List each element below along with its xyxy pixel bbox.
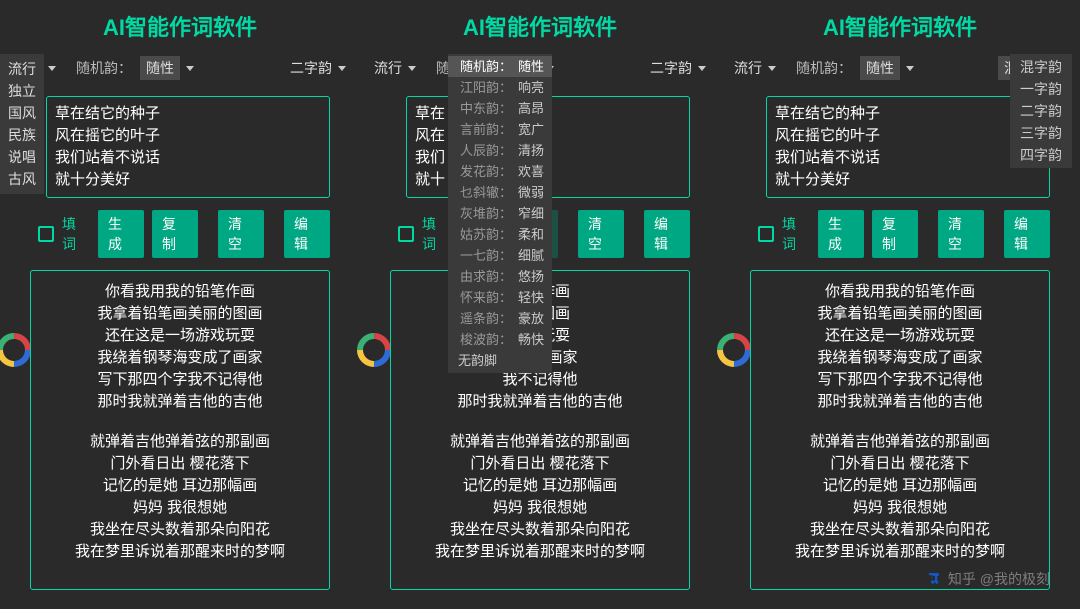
genre-option[interactable]: 流行 [6, 58, 38, 80]
genre-dropdown[interactable]: 流行 [728, 54, 782, 82]
lyrics-input[interactable]: 草在结它的种子风在摇它的叶子我们站着不说话就十分美好 [766, 96, 1050, 198]
rhyme-option[interactable]: 姑苏韵：柔和 [448, 224, 552, 245]
genre-menu[interactable]: 流行独立国风民族说唱古风 [0, 54, 44, 194]
ring-logo-icon [354, 330, 394, 370]
rhyme-option[interactable]: 江阳韵：响亮 [448, 77, 552, 98]
caret-down-icon [408, 66, 416, 71]
fill-label: 填词 [62, 214, 88, 254]
edit-button[interactable]: 编辑 [644, 210, 690, 258]
type-option[interactable]: 一字韵 [1016, 78, 1066, 100]
type-option[interactable]: 四字韵 [1016, 144, 1066, 166]
genre-option[interactable]: 国风 [6, 102, 38, 124]
app-title: AI智能作词软件 [360, 0, 720, 50]
type-menu[interactable]: 混字韵一字韵二字韵三字韵四字韵 [1010, 54, 1072, 168]
type-option[interactable]: 混字韵 [1016, 56, 1066, 78]
watermark: 知乎 @我的极刻 [926, 569, 1050, 589]
rhyme-option[interactable]: 灰堆韵：窄细 [448, 203, 552, 224]
panel-3: AI智能作词软件 流行 随机韵： 随性 混字韵 混字韵一字韵二字韵三字韵四字韵 … [720, 0, 1080, 609]
generate-button[interactable]: 生成 [98, 210, 144, 258]
rhyme-option[interactable]: 言前韵：宽广 [448, 119, 552, 140]
fill-label: 填词 [782, 214, 808, 254]
fill-checkbox[interactable] [398, 226, 414, 242]
genre-dropdown[interactable]: 流行 [368, 54, 422, 82]
app-title: AI智能作词软件 [720, 0, 1080, 50]
fill-checkbox[interactable] [38, 226, 54, 242]
rhyme-option-none[interactable]: 无韵脚 [448, 350, 552, 371]
rhyme-option[interactable]: 发花韵：欢喜 [448, 161, 552, 182]
rhyme-selected: 随性 [860, 56, 900, 80]
caret-down-icon [698, 66, 706, 71]
genre-option[interactable]: 说唱 [6, 146, 38, 168]
ring-logo-icon [714, 330, 754, 370]
caret-down-icon [338, 66, 346, 71]
lyrics-output: 你看我用我的铅笔作画我拿着铅笔画美丽的图画还在这是一场游戏玩耍我绕着钢琴海变成了… [30, 270, 330, 590]
rhyme-selected: 随性 [140, 56, 180, 80]
rhyme-dropdown[interactable]: 随性 [854, 52, 920, 84]
genre-option[interactable]: 民族 [6, 124, 38, 146]
rhyme-option[interactable]: 随机韵：随性 [448, 56, 552, 77]
copy-button[interactable]: 复制 [872, 210, 918, 258]
action-row: 填词 生成 复制 清空 编辑 [0, 204, 360, 264]
rhyme-label: 随机韵： [796, 58, 852, 78]
rhyme-option[interactable]: 由求韵：悠扬 [448, 266, 552, 287]
type-selected: 二字韵 [290, 58, 332, 78]
type-selected: 二字韵 [650, 58, 692, 78]
caret-down-icon [768, 66, 776, 71]
rhyme-menu[interactable]: 随机韵：随性江阳韵：响亮中东韵：高昂言前韵：宽广人辰韵：清扬发花韵：欢喜乜斜辙：… [448, 54, 552, 373]
clear-button[interactable]: 清空 [938, 210, 984, 258]
edit-button[interactable]: 编辑 [284, 210, 330, 258]
rhyme-option[interactable]: 乜斜辙：微弱 [448, 182, 552, 203]
rhyme-dropdown[interactable]: 随性 [134, 52, 200, 84]
controls-row: 流行 随机韵： 随性 二字韵 [0, 50, 360, 88]
clear-button[interactable]: 清空 [218, 210, 264, 258]
watermark-text: 知乎 @我的极刻 [948, 569, 1050, 589]
panel-2: AI智能作词软件 流行 随机韵： 随性 二字韵 随机韵：随性江阳韵：响亮中东韵：… [360, 0, 720, 609]
clear-button[interactable]: 清空 [578, 210, 624, 258]
genre-selected: 流行 [734, 58, 762, 78]
genre-option[interactable]: 独立 [6, 80, 38, 102]
rhyme-option[interactable]: 怀来韵：轻快 [448, 287, 552, 308]
type-option[interactable]: 三字韵 [1016, 122, 1066, 144]
rhyme-option[interactable]: 遥条韵：豪放 [448, 308, 552, 329]
rhyme-option[interactable]: 梭波韵：畅快 [448, 329, 552, 350]
action-row: 填词 生成 复制 清空 编辑 [720, 204, 1080, 264]
rhyme-option[interactable]: 一七韵：细腻 [448, 245, 552, 266]
generate-button[interactable]: 生成 [818, 210, 864, 258]
type-dropdown[interactable]: 二字韵 [644, 54, 712, 82]
genre-selected: 流行 [374, 58, 402, 78]
fill-label: 填词 [422, 214, 448, 254]
type-dropdown[interactable]: 二字韵 [284, 54, 352, 82]
fill-checkbox[interactable] [758, 226, 774, 242]
caret-down-icon [186, 66, 194, 71]
lyrics-input[interactable]: 草在结它的种子风在摇它的叶子我们站着不说话就十分美好 [46, 96, 330, 198]
app-title: AI智能作词软件 [0, 0, 360, 50]
edit-button[interactable]: 编辑 [1004, 210, 1050, 258]
rhyme-option[interactable]: 人辰韵：清扬 [448, 140, 552, 161]
rhyme-option[interactable]: 中东韵：高昂 [448, 98, 552, 119]
genre-option[interactable]: 古风 [6, 168, 38, 190]
copy-button[interactable]: 复制 [152, 210, 198, 258]
rhyme-label: 随机韵： [76, 58, 132, 78]
panel-1: AI智能作词软件 流行 随机韵： 随性 二字韵 流行独立国风民族说唱古风 草在结… [0, 0, 360, 609]
caret-down-icon [48, 66, 56, 71]
ring-logo-icon [0, 330, 34, 370]
type-option[interactable]: 二字韵 [1016, 100, 1066, 122]
lyrics-output: 你看我用我的铅笔作画我拿着铅笔画美丽的图画还在这是一场游戏玩耍我绕着钢琴海变成了… [750, 270, 1050, 590]
caret-down-icon [906, 66, 914, 71]
